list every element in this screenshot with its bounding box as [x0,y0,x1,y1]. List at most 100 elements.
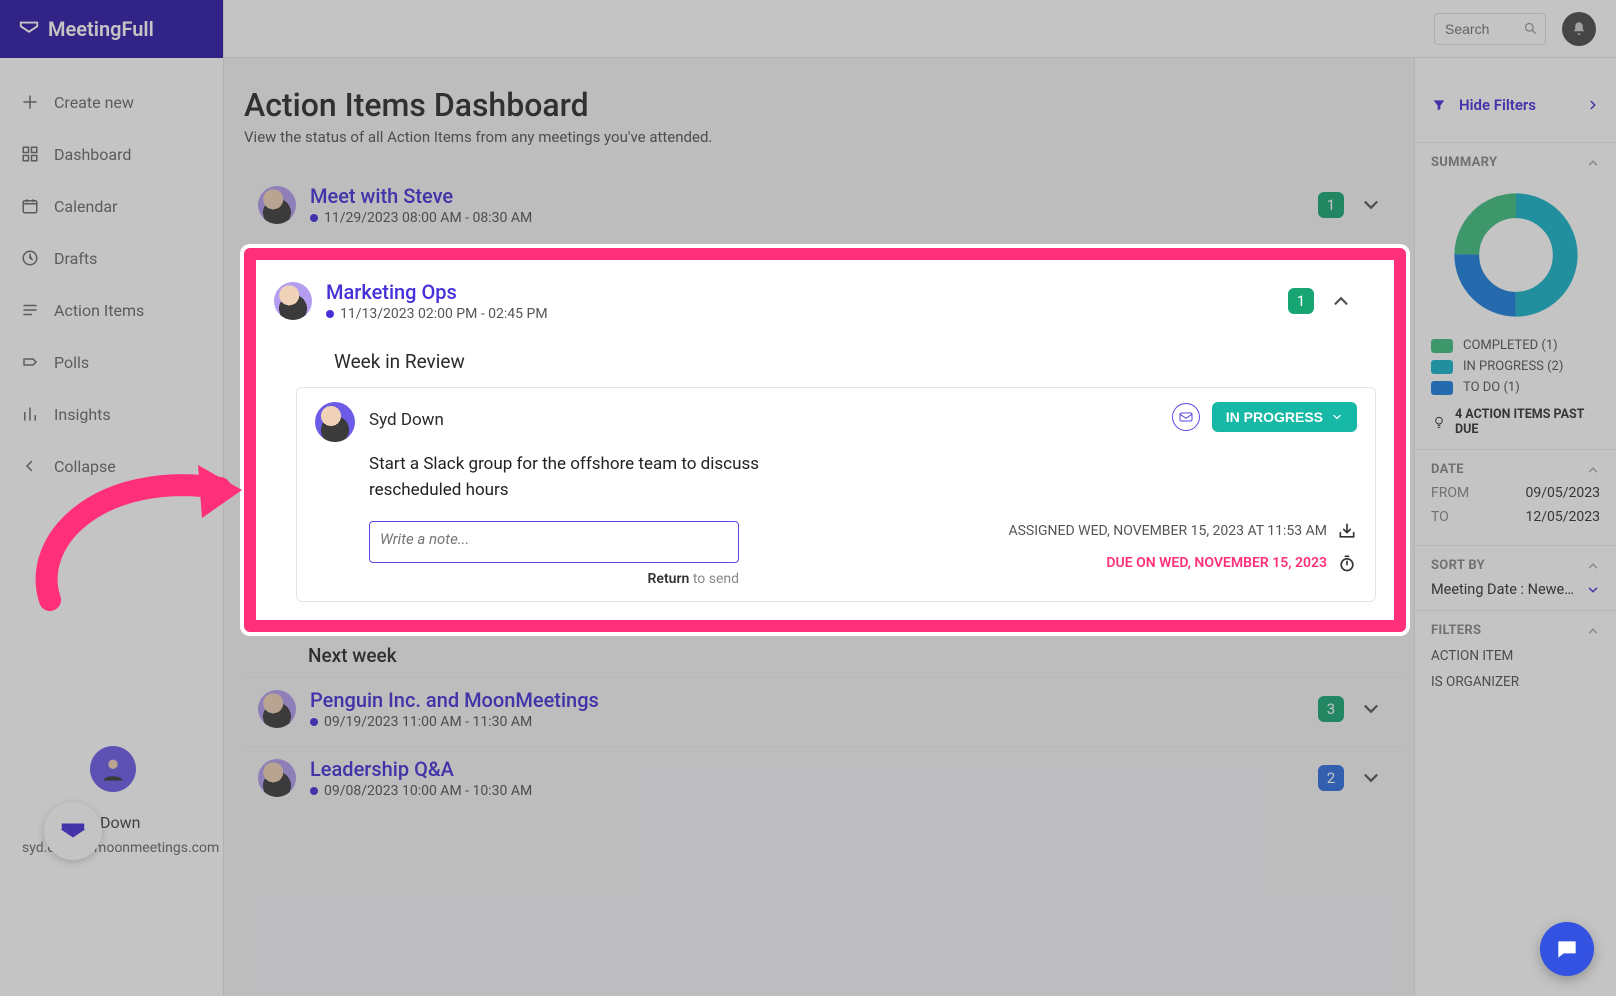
sidebar-item-insights[interactable]: Insights [0,388,223,440]
meeting-time: 09/08/2023 10:00 AM - 10:30 AM [310,783,1318,799]
avatar [274,282,312,320]
filters-heading: FILTERS [1431,623,1481,638]
meeting-row: Penguin Inc. and MoonMeetings 09/19/2023… [244,677,1406,746]
section-label: Next week [308,644,1406,667]
sort-section: SORT BY Meeting Date : Newe… [1415,546,1616,611]
avatar [258,186,296,224]
avatar [258,690,296,728]
page-title: Action Items Dashboard [244,86,1406,124]
note-input[interactable] [369,521,739,563]
summary-section: SUMMARY COMPLETED (1) IN PROGRESS (2) TO… [1415,143,1616,450]
sidebar-item-calendar[interactable]: Calendar [0,180,223,232]
chevron-down-icon [1331,411,1343,423]
sidebar-item-label: Create new [54,93,134,112]
assignee-name: Syd Down [369,402,444,430]
legend-item: TO DO (1) [1431,380,1600,395]
filters-panel: Hide Filters SUMMARY COMPLETED (1) IN PR… [1414,58,1616,996]
action-count-badge: 1 [1288,288,1314,314]
chevron-down-icon [1586,583,1600,597]
meeting-title[interactable]: Marketing Ops [326,280,1288,304]
chart-legend: COMPLETED (1) IN PROGRESS (2) TO DO (1) [1431,338,1600,395]
legend-swatch [1431,360,1453,374]
meeting-list: Meet with Steve 11/29/2023 08:00 AM - 08… [244,174,1406,815]
assignee-avatar [315,402,355,442]
user-name: Down [100,813,140,832]
stopwatch-icon [1337,553,1357,573]
chevron-right-icon [1586,98,1600,112]
sidebar-item-polls[interactable]: Polls [0,336,223,388]
sidebar-item-create-new[interactable]: Create new [0,76,223,128]
sidebar-item-action-items[interactable]: Action Items [0,284,223,336]
sidebar-item-label: Action Items [54,301,144,320]
collapse-toggle[interactable] [1330,290,1352,312]
sidebar-item-label: Drafts [54,249,97,268]
collapse-icon [20,456,40,476]
topbar [224,0,1616,58]
search-icon [1523,21,1538,36]
page-subtitle: View the status of all Action Items from… [244,128,1406,146]
action-count-badge: 1 [1318,192,1344,218]
filter-icon [1431,97,1447,113]
meeting-row: Meet with Steve 11/29/2023 08:00 AM - 08… [244,174,1406,242]
filter-item[interactable]: IS ORGANIZER [1431,664,1600,690]
date-to-row[interactable]: TO12/05/2023 [1431,509,1600,525]
status-label: IN PROGRESS [1226,409,1323,425]
brand-name: MeetingFull [48,17,154,41]
meeting-title[interactable]: Penguin Inc. and MoonMeetings [310,688,1318,712]
notifications-button[interactable] [1562,12,1596,46]
user-avatar[interactable] [90,746,136,792]
avatar [258,759,296,797]
date-section: DATE FROM09/05/2023 TO12/05/2023 [1415,450,1616,546]
sort-dropdown[interactable]: Meeting Date : Newe… [1431,581,1600,598]
brand-logo[interactable]: MeetingFull [0,0,223,58]
action-item-card: Syd Down IN PROGRESS Start a Slack group… [296,387,1376,602]
due-date: DUE ON WED, NOVEMBER 15, 2023 [1008,553,1357,573]
expand-toggle[interactable] [1360,698,1382,720]
bell-icon [1570,20,1588,38]
dashboard-icon [20,144,40,164]
mail-icon[interactable] [1172,403,1200,431]
action-count-badge: 3 [1318,696,1344,722]
sidebar-item-drafts[interactable]: Drafts [0,232,223,284]
meeting-title[interactable]: Meet with Steve [310,184,1318,208]
chevron-up-icon[interactable] [1586,559,1600,573]
meeting-row: Marketing Ops 11/13/2023 02:00 PM - 02:4… [274,270,1376,338]
sidebar-item-label: Calendar [54,197,117,216]
filter-item[interactable]: ACTION ITEM [1431,638,1600,664]
meeting-row: Leadership Q&A 09/08/2023 10:00 AM - 10:… [244,746,1406,815]
chat-button[interactable] [1540,922,1594,976]
date-from-row[interactable]: FROM09/05/2023 [1431,485,1600,501]
expand-toggle[interactable] [1360,767,1382,789]
calendar-icon [20,196,40,216]
sidebar-item-label: Collapse [54,457,116,476]
insights-icon [20,404,40,424]
plus-icon [20,92,40,112]
date-heading: DATE [1431,462,1464,477]
chevron-up-icon[interactable] [1586,624,1600,638]
list-icon [20,300,40,320]
search-box [1434,13,1546,45]
status-dropdown[interactable]: IN PROGRESS [1212,402,1357,432]
sidebar-nav: Create new Dashboard Calendar Drafts Act… [0,58,223,492]
chevron-up-icon[interactable] [1586,463,1600,477]
filters-section: FILTERS ACTION ITEM IS ORGANIZER [1415,611,1616,702]
expand-toggle[interactable] [1360,194,1382,216]
summary-donut-chart [1431,170,1600,332]
highlighted-meeting-card: Marketing Ops 11/13/2023 02:00 PM - 02:4… [244,248,1406,632]
clock-icon [20,248,40,268]
sidebar: MeetingFull Create new Dashboard Calenda… [0,0,224,996]
meeting-title[interactable]: Leadership Q&A [310,757,1318,781]
sidebar-item-dashboard[interactable]: Dashboard [0,128,223,180]
chevron-up-icon[interactable] [1586,156,1600,170]
action-item-body: Start a Slack group for the offshore tea… [369,452,769,503]
action-count-badge: 2 [1318,765,1344,791]
chat-icon [1554,936,1580,962]
polls-icon [20,352,40,372]
floating-brand-icon[interactable] [44,802,102,860]
inbox-icon [1337,521,1357,541]
meeting-topic: Week in Review [334,350,1376,373]
hide-filters-button[interactable]: Hide Filters [1415,58,1616,143]
main-content: Action Items Dashboard View the status o… [224,58,1414,996]
sidebar-item-collapse[interactable]: Collapse [0,440,223,492]
legend-item: IN PROGRESS (2) [1431,359,1600,374]
